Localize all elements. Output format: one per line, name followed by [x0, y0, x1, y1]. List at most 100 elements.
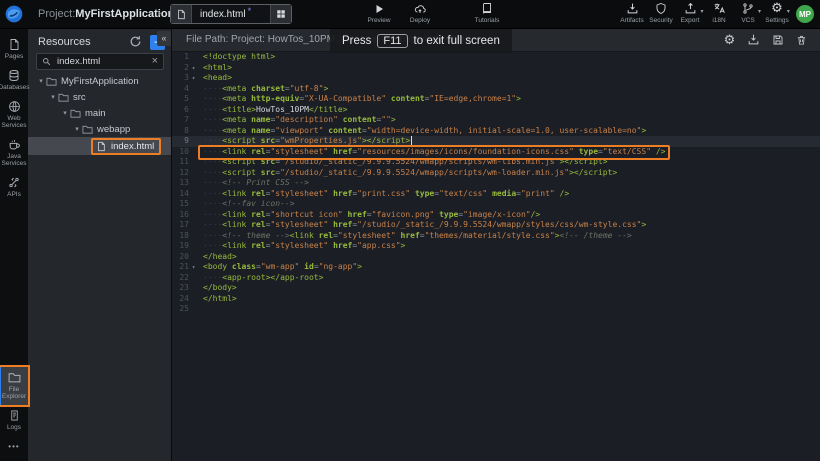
gutter: 4: [172, 84, 198, 95]
sidebar-item-apis[interactable]: APIs: [0, 172, 28, 203]
code-line-3[interactable]: 3▾<head>: [172, 73, 820, 84]
log-icon: [9, 409, 20, 422]
refresh-icon[interactable]: [129, 35, 143, 49]
code-line-16[interactable]: 16····<link rel="shortcut icon" href="fa…: [172, 210, 820, 221]
tree-item-src[interactable]: ▾src: [28, 89, 171, 105]
tree-item-main[interactable]: ▾main: [28, 105, 171, 121]
code-line-7[interactable]: 7····<meta name="description" content=""…: [172, 115, 820, 126]
code-line-10[interactable]: 10····<link rel="stylesheet" href="resou…: [172, 147, 820, 158]
fold-spacer: [189, 126, 198, 137]
folder-icon: [58, 92, 69, 103]
topbar-left-actions: Preview Deploy Tutorials: [363, 1, 503, 24]
tree-item-label: webapp: [97, 124, 130, 135]
deploy-button[interactable]: Deploy: [404, 1, 436, 24]
editor-settings-button[interactable]: ⚙: [723, 33, 736, 46]
sidebar-item-databases[interactable]: Databases: [0, 65, 28, 96]
sidebar-item-web-services[interactable]: Web Services: [0, 96, 28, 134]
clear-search-icon[interactable]: ×: [152, 56, 158, 67]
tab-index-html[interactable]: index.html *: [170, 4, 292, 24]
fold-arrow-icon[interactable]: ▾: [189, 63, 198, 74]
tree-item-index.html[interactable]: index.html: [28, 137, 171, 155]
vcs-button[interactable]: ▾ VCS: [735, 1, 761, 24]
search-input[interactable]: [55, 55, 152, 68]
fold-arrow-icon[interactable]: ▾: [189, 73, 198, 84]
sidebar-overflow-button[interactable]: •••: [8, 436, 19, 457]
code-line-24[interactable]: 24</html>: [172, 294, 820, 305]
tray-down-icon: [626, 1, 639, 15]
code-line-8[interactable]: 8····<meta name="viewport" content="widt…: [172, 126, 820, 137]
tree-expand-caret-icon[interactable]: ▾: [72, 125, 82, 133]
code-line-13[interactable]: 13····<!-- Print CSS -->: [172, 178, 820, 189]
code-line-19[interactable]: 19····<link rel="stylesheet" href="app.c…: [172, 241, 820, 252]
editor-save-button[interactable]: [771, 33, 784, 46]
editor-download-button[interactable]: [747, 33, 760, 46]
settings-button[interactable]: ⚙▾ Settings: [764, 1, 790, 24]
fold-arrow-icon[interactable]: ▾: [189, 262, 198, 273]
tree-expand-caret-icon[interactable]: ▾: [36, 77, 46, 85]
artifacts-button[interactable]: Artifacts: [619, 1, 645, 24]
code-line-12[interactable]: 12····<script src="/studio/_static_/9.9.…: [172, 168, 820, 179]
text-cursor: [411, 136, 412, 145]
folder-icon: [8, 371, 21, 384]
gutter: 23: [172, 283, 198, 294]
tree-expand-caret-icon[interactable]: ▾: [48, 93, 58, 101]
fold-spacer: [189, 94, 198, 105]
tree-item-MyFirstApplication[interactable]: ▾MyFirstApplication: [28, 73, 171, 89]
editor-delete-button[interactable]: [795, 33, 808, 46]
fullscreen-tooltip: Press F11 to exit full screen: [330, 29, 512, 53]
gutter: 14: [172, 189, 198, 200]
code-line-15[interactable]: 15····<!--fav icon-->: [172, 199, 820, 210]
code-line-17[interactable]: 17····<link rel="stylesheet" href="/stud…: [172, 220, 820, 231]
tutorials-button[interactable]: Tutorials: [471, 1, 503, 24]
export-button[interactable]: ▾ Export: [677, 1, 703, 24]
i18n-button[interactable]: i18N: [706, 1, 732, 24]
gutter: 12: [172, 168, 198, 179]
fold-spacer: [189, 283, 198, 294]
sidebar-item-file-explorer[interactable]: File Explorer: [0, 367, 28, 405]
code-line-25[interactable]: 25: [172, 304, 820, 315]
sidebar-item-pages[interactable]: Pages: [0, 34, 28, 65]
top-bar: Project:MyFirstApplication › index.html …: [0, 0, 820, 29]
gutter: 17: [172, 220, 198, 231]
code-line-4[interactable]: 4····<meta charset="utf-8">: [172, 84, 820, 95]
unsaved-indicator: *: [248, 6, 252, 16]
wavemaker-logo-icon[interactable]: [0, 0, 28, 28]
code-editor[interactable]: 1<!doctype html>2▾<html>3▾<head>4····<me…: [172, 52, 820, 461]
code-line-18[interactable]: 18····<!-- theme --><link rel="styleshee…: [172, 231, 820, 242]
fold-spacer: [189, 178, 198, 189]
gutter: 20: [172, 252, 198, 263]
resources-search: ×: [36, 53, 164, 70]
code-line-2[interactable]: 2▾<html>: [172, 63, 820, 74]
fold-spacer: [189, 115, 198, 126]
gutter: 16: [172, 210, 198, 221]
coffee-icon: [8, 138, 21, 151]
sidebar-item-java-services[interactable]: Java Services: [0, 134, 28, 172]
gutter: 24: [172, 294, 198, 305]
code-line-20[interactable]: 20</head>: [172, 252, 820, 263]
gutter: 1: [172, 52, 198, 63]
code-line-21[interactable]: 21▾<body class="wm-app" id="ng-app">: [172, 262, 820, 273]
gutter: 15: [172, 199, 198, 210]
code-line-23[interactable]: 23</body>: [172, 283, 820, 294]
gutter: 2▾: [172, 63, 198, 74]
code-line-6[interactable]: 6····<title>HowTos_10PM</title>: [172, 105, 820, 116]
book-icon: [481, 1, 493, 15]
tree-item-webapp[interactable]: ▾ webapp: [28, 121, 171, 137]
code-line-1[interactable]: 1<!doctype html>: [172, 52, 820, 63]
fold-spacer: [189, 241, 198, 252]
grid-icon[interactable]: [270, 5, 291, 23]
collapse-panel-button[interactable]: «: [157, 31, 171, 46]
security-button[interactable]: Security: [648, 1, 674, 24]
preview-button[interactable]: Preview: [363, 1, 395, 24]
floppy-icon: [772, 34, 784, 46]
gear-icon: ⚙: [724, 31, 736, 49]
code-line-14[interactable]: 14····<link rel="stylesheet" href="print…: [172, 189, 820, 200]
sidebar-item-logs[interactable]: Logs: [0, 405, 28, 436]
gutter: 10: [172, 147, 198, 158]
code-line-5[interactable]: 5····<meta http-equiv="X-UA-Compatible" …: [172, 94, 820, 105]
gutter: 7: [172, 115, 198, 126]
fold-spacer: [189, 189, 198, 200]
tree-expand-caret-icon[interactable]: ▾: [60, 109, 70, 117]
avatar[interactable]: MP: [796, 5, 814, 23]
code-line-22[interactable]: 22····<app-root></app-root>: [172, 273, 820, 284]
